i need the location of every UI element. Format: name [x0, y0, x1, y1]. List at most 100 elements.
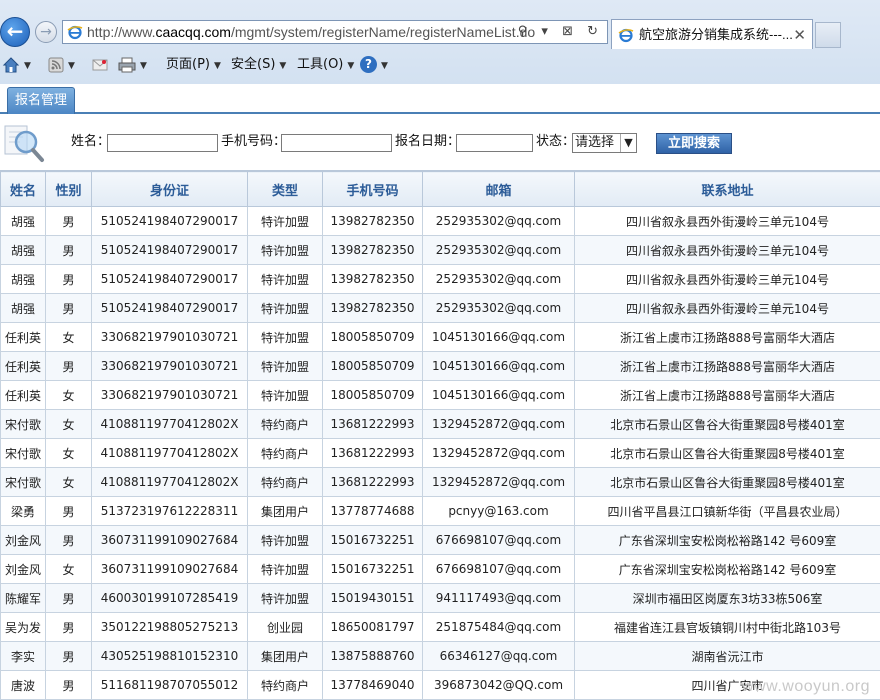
header-col-type: 类型: [247, 171, 323, 207]
search-button[interactable]: 立即搜索: [656, 133, 732, 154]
gender-cell: 男: [45, 235, 92, 265]
table-row[interactable]: 陈耀军男 460030199107285419 特许加盟 15019430151 941…: [0, 583, 880, 613]
id-card-cell: 510524198407290017: [91, 206, 248, 236]
status-label: 状态：: [536, 134, 576, 149]
print-icon[interactable]: ▼: [118, 52, 147, 78]
gender-cell: 男: [45, 351, 92, 381]
search-magnifier-icon: [4, 125, 44, 162]
table-row[interactable]: 宋付歌女 41088119770412802X 特约商户 13681222993 132…: [0, 467, 880, 497]
address-cell: 四川省叙永县西外街漫岭三单元104号: [574, 264, 880, 294]
phone-cell: 18005850709: [322, 322, 423, 352]
status-select[interactable]: 请选择 ▼: [572, 133, 637, 153]
table-body: 胡强男 510524198407290017 特许加盟 13982782350 2529…: [0, 206, 880, 700]
app-tab-strip: 报名管理: [0, 84, 880, 114]
address-cell: 广东省深圳宝安松岗松裕路142 号609室: [574, 525, 880, 555]
new-tab-button[interactable]: [815, 22, 841, 48]
type-cell: 集团用户: [247, 496, 323, 526]
email-cell: 252935302@qq.com: [422, 293, 575, 323]
name-cell: 胡强: [0, 264, 46, 294]
gender-cell: 男: [45, 641, 92, 671]
table-row[interactable]: 任利英女 330682197901030721 特许加盟 18005850709 104…: [0, 322, 880, 352]
name-cell: 梁勇: [0, 496, 46, 526]
name-cell: 宋付歌: [0, 409, 46, 439]
table-row[interactable]: 吴为发男 350122198805275213 创业园 18650081797 2518…: [0, 612, 880, 642]
id-card-cell: 41088119770412802X: [91, 438, 248, 468]
id-card-cell: 460030199107285419: [91, 583, 248, 613]
phone-cell: 13982782350: [322, 235, 423, 265]
type-cell: 特约商户: [247, 438, 323, 468]
address-cell: 浙江省上虞市江扬路888号富丽华大酒店: [574, 322, 880, 352]
address-cell: 北京市石景山区鲁谷大街重聚园8号楼401室: [574, 467, 880, 497]
name-cell: 李实: [0, 641, 46, 671]
home-icon[interactable]: ▼: [2, 52, 31, 78]
phone-cell: 13681222993: [322, 438, 423, 468]
back-button[interactable]: ←: [0, 17, 30, 47]
type-cell: 特许加盟: [247, 525, 323, 555]
url-text: http://www.caacqq.com/mgmt/system/regist…: [87, 24, 536, 40]
table-row[interactable]: 宋付歌女 41088119770412802X 特约商户 13681222993 132…: [0, 438, 880, 468]
rss-feed-icon[interactable]: ▼: [48, 52, 75, 78]
phone-cell: 13982782350: [322, 206, 423, 236]
header-col-id-card: 身份证: [91, 171, 248, 207]
table-row[interactable]: 李实男 430525198810152310 集团用户 13875888760 6634…: [0, 641, 880, 671]
id-card-cell: 350122198805275213: [91, 612, 248, 642]
safety-menu[interactable]: 安全(S) ▼: [231, 52, 286, 78]
table-row[interactable]: 刘金风男 360731199109027684 特许加盟 15016732251 676…: [0, 525, 880, 555]
address-cell: 福建省连江县官坂镇铜川村中街北路103号: [574, 612, 880, 642]
name-cell: 宋付歌: [0, 467, 46, 497]
chevron-down-icon: ▼: [620, 134, 636, 152]
name-cell: 胡强: [0, 235, 46, 265]
close-icon[interactable]: ✕: [793, 20, 806, 50]
table-row[interactable]: 任利英男 330682197901030721 特许加盟 18005850709 104…: [0, 351, 880, 381]
phone-cell: 15019430151: [322, 583, 423, 613]
phone-cell: 15016732251: [322, 525, 423, 555]
registration-table: 姓名 性别 身份证 类型 手机号码 邮箱 联系地址 胡强男 51052419840729001…: [0, 171, 880, 700]
tools-menu[interactable]: 工具(O) ▼: [297, 52, 354, 78]
help-menu[interactable]: ? ▼: [360, 52, 388, 78]
name-input[interactable]: [107, 134, 218, 152]
type-cell: 特许加盟: [247, 583, 323, 613]
tab-registration-management[interactable]: 报名管理: [7, 87, 75, 114]
table-row[interactable]: 胡强男 510524198407290017 特许加盟 13982782350 2529…: [0, 206, 880, 236]
table-row[interactable]: 胡强男 510524198407290017 特许加盟 13982782350 2529…: [0, 293, 880, 323]
gender-cell: 男: [45, 496, 92, 526]
phone-input[interactable]: [281, 134, 392, 152]
email-cell: 1045130166@qq.com: [422, 351, 575, 381]
table-row[interactable]: 胡强男 510524198407290017 特许加盟 13982782350 2529…: [0, 264, 880, 294]
address-cell: 浙江省上虞市江扬路888号富丽华大酒店: [574, 351, 880, 381]
table-header-row: 姓名 性别 身份证 类型 手机号码 邮箱 联系地址: [0, 171, 880, 207]
table-row[interactable]: 胡强男 510524198407290017 特许加盟 13982782350 2529…: [0, 235, 880, 265]
table-row[interactable]: 宋付歌女 41088119770412802X 特约商户 13681222993 132…: [0, 409, 880, 439]
page-menu[interactable]: 页面(P) ▼: [166, 52, 221, 78]
email-cell: 251875484@qq.com: [422, 612, 575, 642]
date-input[interactable]: [456, 134, 533, 152]
page-menu-label: 页面(P): [166, 57, 210, 72]
address-cell: 广东省深圳宝安松岗松裕路142 号609室: [574, 554, 880, 584]
name-label: 姓名：: [71, 134, 111, 149]
gender-cell: 男: [45, 525, 92, 555]
email-cell: 1045130166@qq.com: [422, 322, 575, 352]
name-cell: 吴为发: [0, 612, 46, 642]
address-cell: 浙江省上虞市江扬路888号富丽华大酒店: [574, 380, 880, 410]
mail-icon[interactable]: [92, 52, 108, 78]
id-card-cell: 513723197612228311: [91, 496, 248, 526]
forward-button[interactable]: →: [35, 21, 57, 43]
table-row[interactable]: 任利英女 330682197901030721 特许加盟 18005850709 104…: [0, 380, 880, 410]
phone-cell: 13982782350: [322, 293, 423, 323]
header-col-address: 联系地址: [574, 171, 880, 207]
address-bar-icons[interactable]: ⚲ ▾ ⊠ ↻: [518, 23, 603, 41]
table-row[interactable]: 刘金风女 360731199109027684 特许加盟 15016732251 676…: [0, 554, 880, 584]
type-cell: 特约商户: [247, 467, 323, 497]
address-bar[interactable]: http://www.caacqq.com/mgmt/system/regist…: [62, 20, 608, 44]
id-card-cell: 360731199109027684: [91, 554, 248, 584]
safety-menu-label: 安全(S): [231, 57, 276, 72]
phone-cell: 13982782350: [322, 264, 423, 294]
email-cell: 396873042@QQ.com: [422, 670, 575, 700]
id-card-cell: 430525198810152310: [91, 641, 248, 671]
browser-tab[interactable]: 航空旅游分销集成系统---... ✕: [611, 19, 813, 49]
date-label: 报名日期：: [395, 134, 461, 149]
gender-cell: 男: [45, 206, 92, 236]
tools-menu-label: 工具(O): [297, 57, 344, 72]
email-cell: 676698107@qq.com: [422, 554, 575, 584]
table-row[interactable]: 梁勇男 513723197612228311 集团用户 13778774688 pcny…: [0, 496, 880, 526]
